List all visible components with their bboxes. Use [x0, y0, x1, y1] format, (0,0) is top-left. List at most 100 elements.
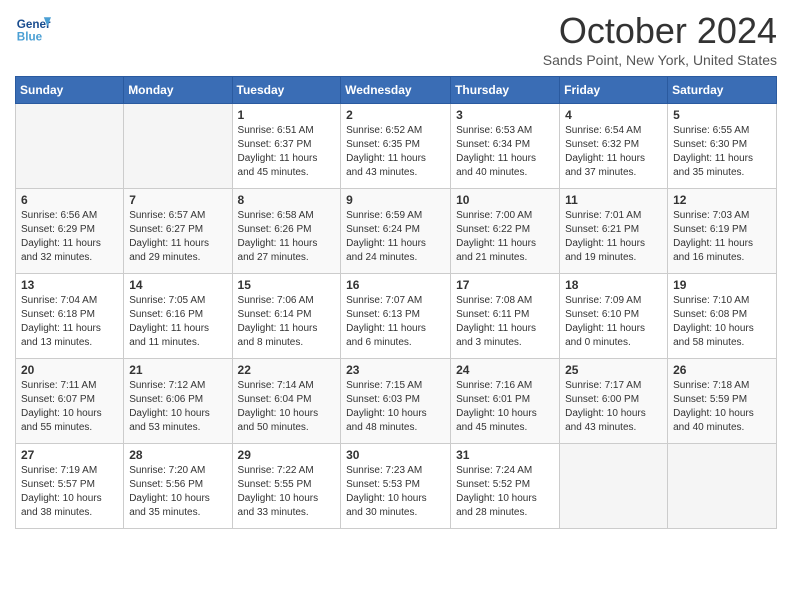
calendar-cell: 17Sunrise: 7:08 AM Sunset: 6:11 PM Dayli… — [451, 274, 560, 359]
day-number: 24 — [456, 363, 554, 377]
calendar-week-row: 20 Sunrise: 7:11 AM Sunset: 6:07 PM Dayli… — [16, 359, 777, 444]
day-info: Sunrise: 7:14 AM Sunset: 6:04 PM Dayligh… — [238, 379, 336, 435]
day-number: 10 — [456, 193, 554, 207]
calendar-cell: 5Sunrise: 6:55 AM Sunset: 6:30 PM Daylig… — [668, 104, 777, 189]
day-info: Sunrise: 7:17 AM Sunset: 6:00 PM Dayligh… — [565, 379, 662, 435]
calendar-week-row: 1 Sunrise: 6:51 AM Sunset: 6:37 PM Daylig… — [16, 104, 777, 189]
calendar-week-row: 27 Sunrise: 7:19 AM Sunset: 5:57 PM Dayli… — [16, 444, 777, 529]
calendar-cell — [668, 444, 777, 529]
logo-icon: General Blue — [15, 10, 51, 46]
day-number: 14 — [129, 278, 226, 292]
day-number: 8 — [238, 193, 336, 207]
day-info: Sunrise: 7:05 AM Sunset: 6:16 PM Dayligh… — [129, 294, 226, 350]
day-number: 3 — [456, 108, 554, 122]
calendar-cell: 23 Sunrise: 7:15 AM Sunset: 6:03 PM Dayli… — [341, 359, 451, 444]
day-of-week-header: Friday — [560, 77, 668, 104]
day-info: Sunrise: 7:24 AM Sunset: 5:52 PM Dayligh… — [456, 464, 554, 520]
calendar-cell: 19 Sunrise: 7:10 AM Sunset: 6:08 PM Dayli… — [668, 274, 777, 359]
day-info: Sunrise: 6:51 AM Sunset: 6:37 PM Dayligh… — [238, 124, 336, 180]
calendar-cell — [124, 104, 232, 189]
day-info: Sunrise: 7:22 AM Sunset: 5:55 PM Dayligh… — [238, 464, 336, 520]
day-info: Sunrise: 7:07 AM Sunset: 6:13 PM Dayligh… — [346, 294, 445, 350]
day-number: 9 — [346, 193, 445, 207]
day-info: Sunrise: 7:18 AM Sunset: 5:59 PM Dayligh… — [673, 379, 771, 435]
day-info: Sunrise: 6:57 AM Sunset: 6:27 PM Dayligh… — [129, 209, 226, 265]
day-number: 7 — [129, 193, 226, 207]
day-info: Sunrise: 7:23 AM Sunset: 5:53 PM Dayligh… — [346, 464, 445, 520]
day-number: 23 — [346, 363, 445, 377]
header: General Blue October 2024 Sands Point, N… — [15, 10, 777, 68]
calendar-cell: 14 Sunrise: 7:05 AM Sunset: 6:16 PM Dayli… — [124, 274, 232, 359]
day-number: 19 — [673, 278, 771, 292]
day-of-week-header: Thursday — [451, 77, 560, 104]
day-info: Sunrise: 7:20 AM Sunset: 5:56 PM Dayligh… — [129, 464, 226, 520]
day-info: Sunrise: 6:54 AM Sunset: 6:32 PM Dayligh… — [565, 124, 662, 180]
calendar-table: SundayMondayTuesdayWednesdayThursdayFrid… — [15, 76, 777, 529]
calendar-cell: 30 Sunrise: 7:23 AM Sunset: 5:53 PM Dayli… — [341, 444, 451, 529]
svg-text:Blue: Blue — [17, 31, 43, 44]
day-number: 4 — [565, 108, 662, 122]
day-info: Sunrise: 7:10 AM Sunset: 6:08 PM Dayligh… — [673, 294, 771, 350]
calendar-cell: 29Sunrise: 7:22 AM Sunset: 5:55 PM Dayli… — [232, 444, 341, 529]
day-of-week-header: Sunday — [16, 77, 124, 104]
day-number: 17 — [456, 278, 554, 292]
day-number: 6 — [21, 193, 118, 207]
calendar-cell: 28 Sunrise: 7:20 AM Sunset: 5:56 PM Dayli… — [124, 444, 232, 529]
day-number: 1 — [238, 108, 336, 122]
day-of-week-header: Wednesday — [341, 77, 451, 104]
calendar-cell: 25Sunrise: 7:17 AM Sunset: 6:00 PM Dayli… — [560, 359, 668, 444]
day-number: 11 — [565, 193, 662, 207]
day-number: 2 — [346, 108, 445, 122]
calendar-cell: 4 Sunrise: 6:54 AM Sunset: 6:32 PM Daylig… — [560, 104, 668, 189]
calendar-cell: 11Sunrise: 7:01 AM Sunset: 6:21 PM Dayli… — [560, 189, 668, 274]
day-info: Sunrise: 7:11 AM Sunset: 6:07 PM Dayligh… — [21, 379, 118, 435]
day-number: 30 — [346, 448, 445, 462]
logo: General Blue — [15, 10, 55, 46]
calendar-cell: 13Sunrise: 7:04 AM Sunset: 6:18 PM Dayli… — [16, 274, 124, 359]
day-info: Sunrise: 6:55 AM Sunset: 6:30 PM Dayligh… — [673, 124, 771, 180]
calendar-week-row: 6 Sunrise: 6:56 AM Sunset: 6:29 PM Daylig… — [16, 189, 777, 274]
day-number: 20 — [21, 363, 118, 377]
calendar-cell: 20 Sunrise: 7:11 AM Sunset: 6:07 PM Dayli… — [16, 359, 124, 444]
day-info: Sunrise: 7:15 AM Sunset: 6:03 PM Dayligh… — [346, 379, 445, 435]
calendar-cell: 18Sunrise: 7:09 AM Sunset: 6:10 PM Dayli… — [560, 274, 668, 359]
day-of-week-header: Tuesday — [232, 77, 341, 104]
calendar-cell — [16, 104, 124, 189]
calendar-cell — [560, 444, 668, 529]
calendar-cell: 27 Sunrise: 7:19 AM Sunset: 5:57 PM Dayli… — [16, 444, 124, 529]
calendar-cell: 26 Sunrise: 7:18 AM Sunset: 5:59 PM Dayli… — [668, 359, 777, 444]
day-info: Sunrise: 6:56 AM Sunset: 6:29 PM Dayligh… — [21, 209, 118, 265]
day-number: 27 — [21, 448, 118, 462]
day-info: Sunrise: 7:00 AM Sunset: 6:22 PM Dayligh… — [456, 209, 554, 265]
month-title: October 2024 — [543, 10, 777, 52]
day-of-week-header: Monday — [124, 77, 232, 104]
day-number: 26 — [673, 363, 771, 377]
title-area: October 2024 Sands Point, New York, Unit… — [543, 10, 777, 68]
day-info: Sunrise: 6:53 AM Sunset: 6:34 PM Dayligh… — [456, 124, 554, 180]
calendar-header-row: SundayMondayTuesdayWednesdayThursdayFrid… — [16, 77, 777, 104]
day-info: Sunrise: 7:19 AM Sunset: 5:57 PM Dayligh… — [21, 464, 118, 520]
calendar-cell: 6 Sunrise: 6:56 AM Sunset: 6:29 PM Daylig… — [16, 189, 124, 274]
day-number: 22 — [238, 363, 336, 377]
day-info: Sunrise: 7:06 AM Sunset: 6:14 PM Dayligh… — [238, 294, 336, 350]
day-number: 12 — [673, 193, 771, 207]
day-of-week-header: Saturday — [668, 77, 777, 104]
day-number: 13 — [21, 278, 118, 292]
calendar-cell: 31Sunrise: 7:24 AM Sunset: 5:52 PM Dayli… — [451, 444, 560, 529]
calendar-cell: 10 Sunrise: 7:00 AM Sunset: 6:22 PM Dayli… — [451, 189, 560, 274]
calendar-week-row: 13Sunrise: 7:04 AM Sunset: 6:18 PM Dayli… — [16, 274, 777, 359]
calendar-cell: 24 Sunrise: 7:16 AM Sunset: 6:01 PM Dayli… — [451, 359, 560, 444]
calendar-cell: 7 Sunrise: 6:57 AM Sunset: 6:27 PM Daylig… — [124, 189, 232, 274]
calendar-cell: 21Sunrise: 7:12 AM Sunset: 6:06 PM Dayli… — [124, 359, 232, 444]
day-number: 18 — [565, 278, 662, 292]
day-number: 16 — [346, 278, 445, 292]
calendar-cell: 22 Sunrise: 7:14 AM Sunset: 6:04 PM Dayli… — [232, 359, 341, 444]
day-info: Sunrise: 6:58 AM Sunset: 6:26 PM Dayligh… — [238, 209, 336, 265]
day-info: Sunrise: 7:16 AM Sunset: 6:01 PM Dayligh… — [456, 379, 554, 435]
day-number: 28 — [129, 448, 226, 462]
day-info: Sunrise: 6:52 AM Sunset: 6:35 PM Dayligh… — [346, 124, 445, 180]
calendar-cell: 2 Sunrise: 6:52 AM Sunset: 6:35 PM Daylig… — [341, 104, 451, 189]
day-number: 21 — [129, 363, 226, 377]
calendar-cell: 8 Sunrise: 6:58 AM Sunset: 6:26 PM Daylig… — [232, 189, 341, 274]
day-info: Sunrise: 7:03 AM Sunset: 6:19 PM Dayligh… — [673, 209, 771, 265]
